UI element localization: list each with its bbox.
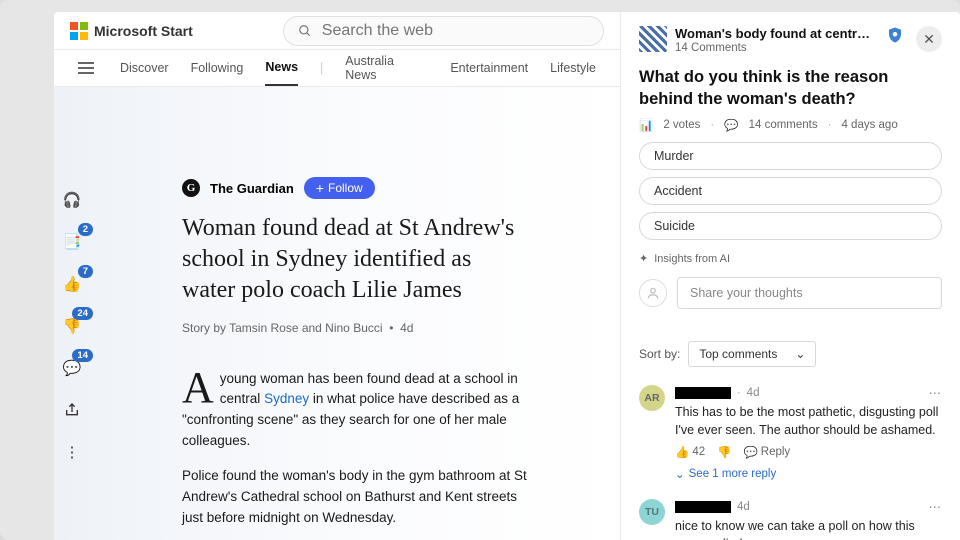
ai-insights[interactable]: ✦Insights from AI bbox=[639, 252, 942, 265]
nav-discover[interactable]: Discover bbox=[120, 51, 169, 85]
source-name[interactable]: The Guardian bbox=[210, 181, 294, 196]
nav-australia-news[interactable]: Australia News bbox=[345, 44, 428, 92]
comment-menu[interactable]: ⋯ bbox=[929, 385, 943, 400]
search-placeholder: Search the web bbox=[322, 22, 433, 40]
nav-bar: Discover Following News | Australia News… bbox=[54, 50, 620, 87]
read-mode-button[interactable]: 📑2 bbox=[60, 230, 84, 254]
sort-select[interactable]: Top comments⌄ bbox=[688, 341, 816, 367]
hamburger-icon[interactable] bbox=[78, 62, 94, 74]
commenter-name[interactable] bbox=[675, 501, 731, 513]
dislike-button[interactable]: 👎 bbox=[717, 445, 731, 459]
link-sydney[interactable]: Sydney bbox=[264, 391, 309, 406]
action-rail: 🎧 📑2 👍7 👎24 💬14 ⋮ bbox=[54, 188, 84, 464]
dislike-button[interactable]: 👎24 bbox=[60, 314, 84, 338]
search-input[interactable]: Search the web bbox=[283, 16, 604, 46]
sort-label: Sort by: bbox=[639, 347, 680, 361]
listen-button[interactable]: 🎧 bbox=[60, 188, 84, 212]
paragraph-1: Ayoung woman has been found dead at a sc… bbox=[182, 369, 527, 453]
speech-icon: 💬 bbox=[724, 118, 738, 132]
more-button[interactable]: ⋮ bbox=[60, 440, 84, 464]
follow-label: Follow bbox=[328, 181, 363, 195]
article-content: G The Guardian +Follow Woman found dead … bbox=[54, 87, 620, 540]
sparkle-icon: ✦ bbox=[639, 252, 648, 265]
commenter-name[interactable] bbox=[675, 387, 731, 399]
poll-icon: 📊 bbox=[639, 118, 653, 132]
close-button[interactable]: ✕ bbox=[916, 26, 942, 52]
reply-button[interactable]: 💬 Reply bbox=[743, 445, 790, 459]
avatar[interactable]: TU bbox=[639, 499, 665, 525]
nav-separator: | bbox=[320, 61, 323, 75]
user-avatar-placeholder bbox=[639, 279, 667, 307]
comment-menu[interactable]: ⋯ bbox=[929, 499, 943, 514]
avatar[interactable]: AR bbox=[639, 385, 665, 411]
brand-logo[interactable]: Microsoft Start bbox=[70, 22, 193, 40]
comments-sidebar: Woman's body found at central Sydney sch… bbox=[620, 12, 960, 540]
sidebar-title: Woman's body found at central Sydney sch… bbox=[675, 26, 875, 42]
sidebar-thumbnail bbox=[639, 26, 667, 52]
article-headline: Woman found dead at St Andrew's school i… bbox=[182, 213, 527, 307]
see-more-replies[interactable]: ⌄See 1 more reply bbox=[675, 467, 942, 481]
search-icon bbox=[298, 24, 312, 38]
source-logo[interactable]: G bbox=[182, 179, 200, 197]
comment-text: nice to know we can take a poll on how t… bbox=[675, 518, 942, 540]
shield-icon bbox=[886, 26, 904, 44]
paragraph-2: Police found the woman's body in the gym… bbox=[182, 466, 527, 529]
poll-option-accident[interactable]: Accident bbox=[639, 177, 942, 205]
comment-text: This has to be the most pathetic, disgus… bbox=[675, 404, 942, 439]
like-button[interactable]: 👍 42 bbox=[675, 445, 705, 459]
comment-button[interactable]: 💬14 bbox=[60, 356, 84, 380]
nav-entertainment[interactable]: Entertainment bbox=[450, 51, 528, 85]
byline: Story by Tamsin Rose and Nino Bucci • 4d bbox=[182, 321, 527, 335]
comment-1: AR ·4d⋯ This has to be the most pathetic… bbox=[639, 385, 942, 459]
microsoft-icon bbox=[70, 22, 88, 40]
chevron-down-icon: ⌄ bbox=[795, 347, 805, 361]
poll-option-suicide[interactable]: Suicide bbox=[639, 212, 942, 240]
top-header: Microsoft Start Search the web bbox=[54, 12, 620, 50]
comment-2: TU 4d⋯ nice to know we can take a poll o… bbox=[639, 499, 942, 540]
like-button[interactable]: 👍7 bbox=[60, 272, 84, 296]
poll-meta: 📊2 votes · 💬14 comments · 4 days ago bbox=[639, 118, 942, 132]
dropcap: A bbox=[182, 369, 220, 406]
nav-lifestyle[interactable]: Lifestyle bbox=[550, 51, 596, 85]
nav-news[interactable]: News bbox=[265, 50, 298, 86]
share-button[interactable] bbox=[60, 398, 84, 422]
poll-option-murder[interactable]: Murder bbox=[639, 142, 942, 170]
comment-input[interactable]: Share your thoughts bbox=[677, 277, 942, 309]
poll-question: What do you think is the reason behind t… bbox=[639, 66, 942, 111]
follow-button[interactable]: +Follow bbox=[304, 177, 375, 199]
chevron-down-icon: ⌄ bbox=[675, 467, 685, 481]
sidebar-subtitle: 14 Comments bbox=[675, 42, 878, 54]
brand-text: Microsoft Start bbox=[94, 23, 193, 39]
nav-following[interactable]: Following bbox=[191, 51, 244, 85]
